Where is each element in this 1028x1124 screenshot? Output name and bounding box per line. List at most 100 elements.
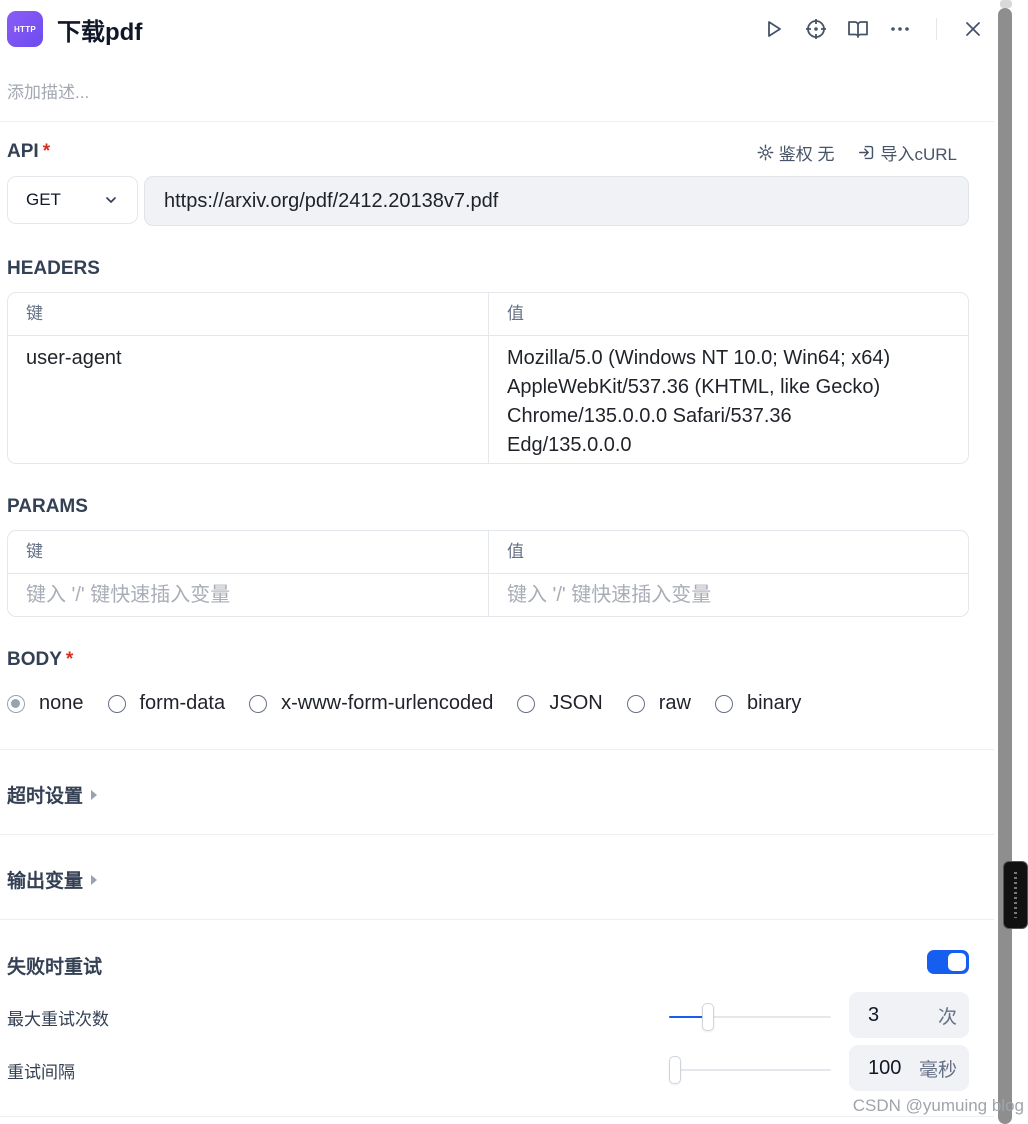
header-divider (936, 18, 937, 40)
param-key-input[interactable]: 键入 '/' 键快速插入变量 (8, 574, 488, 616)
toggle-knob (948, 953, 966, 971)
max-retries-label: 最大重试次数 (7, 1010, 109, 1029)
retry-interval-label: 重试间隔 (7, 1063, 75, 1082)
body-radio-form-data[interactable]: form-data (107, 692, 226, 715)
table-row: 键入 '/' 键快速插入变量 键入 '/' 键快速插入变量 (8, 573, 968, 616)
params-table-head: 键 值 (8, 531, 968, 573)
divider (0, 121, 994, 122)
timeout-settings-toggle[interactable]: 超时设置 (7, 781, 98, 808)
radio-label: binary (746, 692, 802, 714)
body-radio-urlencoded[interactable]: x-www-form-urlencoded (249, 692, 493, 715)
body-radio-binary[interactable]: binary (714, 692, 802, 715)
drag-handle[interactable] (1003, 861, 1028, 929)
radio-circle-icon (249, 694, 268, 713)
params-table: 键 值 键入 '/' 键快速插入变量 键入 '/' 键快速插入变量 (7, 530, 969, 617)
header-key-input[interactable]: user-agent (8, 336, 488, 463)
http-badge-icon: HTTP (7, 11, 43, 47)
node-title[interactable]: 下载pdf (57, 12, 142, 47)
key-column-header: 键 (26, 304, 43, 323)
url-input[interactable]: https://arxiv.org/pdf/2412.20138v7.pdf (144, 176, 969, 226)
panel-header: HTTP 下载pdf (7, 10, 987, 48)
more-button[interactable] (886, 15, 914, 43)
headers-section-label: HEADERS (7, 258, 100, 279)
divider (0, 919, 994, 920)
radio-label: x-www-form-urlencoded (281, 692, 494, 714)
radio-label: raw (658, 692, 691, 714)
scrollbar-cap (1000, 0, 1012, 8)
retry-interval-slider[interactable] (669, 1056, 831, 1084)
body-radio-raw[interactable]: raw (626, 692, 691, 715)
body-type-radio-group: none form-data x-www-form-urlencoded JSO… (7, 692, 825, 715)
output-variables-toggle[interactable]: 输出变量 (7, 866, 98, 893)
close-button[interactable] (959, 15, 987, 43)
locate-button[interactable] (802, 15, 830, 43)
params-section-label: PARAMS (7, 496, 88, 517)
body-radio-json[interactable]: JSON (517, 692, 603, 715)
headers-table-head: 键 值 (8, 293, 968, 335)
play-icon (768, 21, 781, 37)
header-value-line: Mozilla/5.0 (Windows NT 10.0; Win64; x64… (507, 347, 891, 369)
header-value-line: Edg/135.0.0.0 (507, 434, 632, 456)
body-label-text: BODY (7, 649, 62, 670)
header-value-line: Chrome/135.0.0.0 Safari/537.36 (507, 405, 792, 427)
run-button[interactable] (760, 15, 788, 43)
method-select[interactable]: GET (7, 176, 138, 224)
retry-interval-input[interactable]: 100 毫秒 (849, 1045, 969, 1091)
import-icon (859, 145, 874, 160)
book-open-icon (848, 21, 868, 38)
divider (0, 834, 994, 835)
docs-button[interactable] (844, 15, 872, 43)
header-value-input[interactable]: Mozilla/5.0 (Windows NT 10.0; Win64; x64… (488, 336, 968, 463)
body-radio-none[interactable]: none (7, 692, 84, 715)
retry-toggle[interactable] (927, 950, 969, 974)
radio-label: form-data (139, 692, 226, 714)
auth-label: 鉴权 无 (778, 145, 835, 164)
radio-circle-icon (107, 694, 126, 713)
api-actions: 鉴权 无 导入cURL (733, 140, 957, 165)
more-horizontal-icon (891, 27, 909, 31)
key-column-header: 键 (26, 542, 43, 561)
divider (0, 1116, 994, 1117)
slider-thumb[interactable] (701, 1003, 714, 1031)
chevron-down-icon (106, 197, 116, 203)
max-retries-unit: 次 (937, 1006, 957, 1028)
slider-track (669, 1069, 831, 1071)
caret-right-icon (91, 789, 98, 800)
max-retries-value: 3 (868, 1003, 880, 1026)
body-section-label: BODY * (7, 649, 73, 671)
crosshair-icon (806, 19, 826, 39)
required-mark: * (65, 649, 74, 670)
auth-button[interactable]: 鉴权 无 (757, 140, 835, 165)
slider-thumb[interactable] (669, 1056, 682, 1084)
value-column-header: 值 (488, 531, 968, 573)
description-input[interactable]: 添加描述... (7, 78, 89, 103)
max-retries-slider[interactable] (669, 1003, 831, 1031)
headers-table: 键 值 user-agent Mozilla/5.0 (Windows NT 1… (7, 292, 969, 464)
import-curl-label: 导入cURL (880, 145, 957, 164)
param-value-input[interactable]: 键入 '/' 键快速插入变量 (488, 574, 968, 616)
import-curl-button[interactable]: 导入cURL (858, 140, 957, 165)
required-mark: * (42, 141, 51, 162)
radio-circle-icon (517, 694, 536, 713)
retry-label: 失败时重试 (7, 957, 103, 978)
radio-circle-icon (7, 694, 25, 713)
max-retries-input[interactable]: 3 次 (849, 992, 969, 1038)
api-section-label: API * (7, 141, 50, 163)
close-icon (966, 22, 980, 36)
method-value: GET (26, 190, 61, 209)
retry-interval-value: 100 (868, 1056, 902, 1079)
radio-label: JSON (549, 692, 603, 714)
radio-circle-icon (714, 694, 733, 713)
output-label: 输出变量 (7, 871, 84, 892)
watermark: CSDN @yumuing blog (852, 1096, 1024, 1115)
retry-interval-unit: 毫秒 (918, 1059, 957, 1081)
header-value-line: AppleWebKit/537.36 (KHTML, like Gecko) (507, 376, 881, 398)
radio-circle-icon (626, 694, 645, 713)
caret-right-icon (91, 874, 98, 885)
radio-label: none (39, 692, 84, 714)
table-row: user-agent Mozilla/5.0 (Windows NT 10.0;… (8, 335, 968, 463)
gear-icon (757, 144, 774, 161)
divider (0, 749, 994, 750)
value-column-header: 值 (488, 293, 968, 335)
scrollbar-thumb[interactable] (998, 8, 1012, 1124)
